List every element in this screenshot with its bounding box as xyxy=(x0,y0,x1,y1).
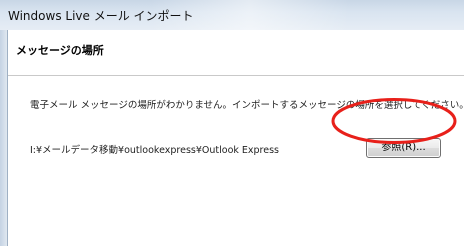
import-dialog-window: Windows Live メール インポート メッセージの場所 電子メール メッ… xyxy=(0,0,464,246)
dialog-content: メッセージの場所 電子メール メッセージの場所がわかりません。インポートするメッ… xyxy=(8,30,464,246)
title-bar[interactable]: Windows Live メール インポート xyxy=(0,0,464,30)
page-title: メッセージの場所 xyxy=(16,44,104,57)
dialog-header: メッセージの場所 xyxy=(8,30,464,76)
window-frame-left xyxy=(0,30,8,246)
browse-button[interactable]: 参照(R)... xyxy=(366,138,441,158)
instruction-text: 電子メール メッセージの場所がわかりません。インポートするメッセージの場所を選択… xyxy=(30,100,464,111)
message-location-path: I:¥メールデータ移動¥outlookexpress¥Outlook Expre… xyxy=(30,145,279,156)
window-title: Windows Live メール インポート xyxy=(8,9,194,23)
